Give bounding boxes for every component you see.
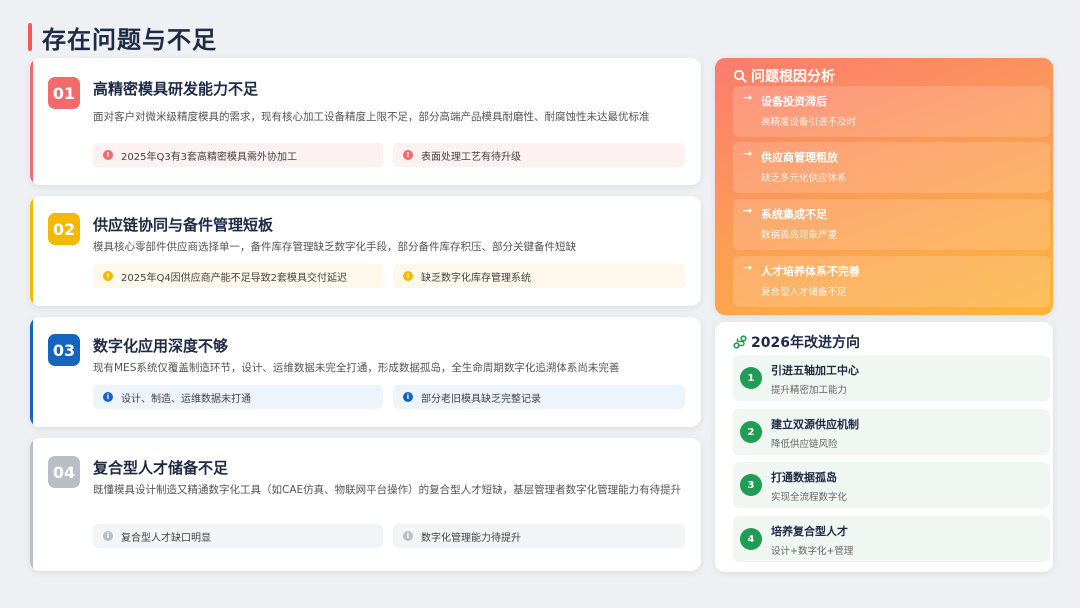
issue-card-3: 03 数字化应用深度不够 现有MES系统仅覆盖制造环节，设计、运维数据未完全打通… [30, 317, 701, 427]
step-number: 4 [740, 528, 762, 550]
issue-tag-label: 复合型人才缺口明显 [121, 532, 211, 544]
issue-description: 既懂模具设计制造又精通数字化工具（如CAE仿真、物联网平台操作）的复合型人才短缺… [93, 484, 682, 496]
page-title: 存在问题与不足 [42, 25, 217, 54]
root-cause-header: 问题根因分析 [733, 66, 835, 86]
issue-description: 现有MES系统仅覆盖制造环节，设计、运维数据未完全打通，形成数据孤岛，全生命周期… [93, 362, 620, 374]
issue-card-1: 01 高精密模具研发能力不足 面对客户对微米级精度模具的需求，现有核心加工设备精… [30, 58, 701, 185]
arrow-right-icon: → [743, 204, 753, 217]
improvement-item: 3 打通数据孤岛 实现全流程数字化 [733, 462, 1050, 508]
arrow-right-icon: → [743, 261, 753, 274]
root-cause-item-title: 人才培养体系不完善 [761, 265, 860, 278]
alert-icon: ! [103, 150, 113, 160]
issue-card-4: 04 复合型人才储备不足 既懂模具设计制造又精通数字化工具（如CAE仿真、物联网… [30, 438, 701, 571]
issue-tag-label: 部分老旧模具缺乏完整记录 [421, 393, 541, 405]
arrow-right-icon: → [743, 147, 753, 160]
issue-description: 面对客户对微米级精度模具的需求，现有核心加工设备精度上限不足，部分高端产品模具耐… [93, 111, 650, 123]
improvement-item-title: 建立双源供应机制 [771, 418, 859, 431]
root-cause-item: → 设备投资滞后 高精度设备引进不及时 [733, 86, 1050, 137]
improvement-item-sub: 设计+数字化+管理 [771, 546, 854, 557]
issue-tag: ! 表面处理工艺有待升级 [393, 143, 685, 167]
issue-tag-label: 2025年Q3有3套高精密模具需外协加工 [121, 151, 298, 163]
root-cause-item-sub: 复合型人才储备不足 [761, 287, 847, 298]
issue-tag: ! 2025年Q4因供应商产能不足导致2套模具交付延迟 [93, 264, 383, 288]
issue-stripe [30, 196, 33, 306]
improvement-item-title: 引进五轴加工中心 [771, 364, 859, 377]
step-number: 2 [740, 421, 762, 443]
improvement-item: 2 建立双源供应机制 降低供应链风险 [733, 409, 1050, 455]
root-cause-item-title: 系统集成不足 [761, 208, 827, 221]
page-header: 存在问题与不足 [28, 22, 217, 54]
info-icon: i [403, 531, 413, 541]
issue-tag: i 数字化管理能力待提升 [393, 524, 685, 548]
root-cause-title: 问题根因分析 [751, 69, 835, 85]
improvement-title: 2026年改进方向 [751, 335, 860, 351]
issue-number-badge: 04 [48, 456, 80, 488]
issue-title: 供应链协同与备件管理短板 [93, 216, 274, 234]
root-cause-item-sub: 数据孤岛现象严重 [761, 230, 838, 241]
improvement-header: 2026年改进方向 [733, 332, 860, 352]
improvement-item: 1 引进五轴加工中心 提升精密加工能力 [733, 355, 1050, 401]
issue-title: 高精密模具研发能力不足 [93, 80, 259, 98]
alert-icon: ! [103, 271, 113, 281]
root-cause-panel: 问题根因分析 → 设备投资滞后 高精度设备引进不及时 → 供应商管理粗放 缺乏多… [715, 58, 1053, 315]
issue-description: 模具核心零部件供应商选择单一，备件库存管理缺乏数字化手段，部分备件库存积压、部分… [93, 241, 576, 253]
issue-tag: ! 缺乏数字化库存管理系统 [393, 264, 685, 288]
improvement-item-sub: 降低供应链风险 [771, 439, 838, 450]
root-cause-item: → 人才培养体系不完善 复合型人才储备不足 [733, 256, 1050, 307]
root-cause-item-title: 供应商管理粗放 [761, 151, 838, 164]
improvement-item-title: 培养复合型人才 [771, 525, 848, 538]
improvement-item-sub: 实现全流程数字化 [771, 492, 848, 503]
step-number: 1 [740, 367, 762, 389]
issue-tag-label: 表面处理工艺有待升级 [421, 151, 521, 163]
root-cause-item: → 系统集成不足 数据孤岛现象严重 [733, 199, 1050, 250]
root-cause-item-title: 设备投资滞后 [761, 95, 827, 108]
issue-tag-label: 设计、制造、运维数据未打通 [121, 393, 251, 405]
issue-number-badge: 02 [48, 213, 80, 245]
improvement-panel: 2026年改进方向 1 引进五轴加工中心 提升精密加工能力 2 建立双源供应机制… [715, 322, 1053, 572]
info-icon: i [403, 392, 413, 402]
issue-title: 复合型人才储备不足 [93, 459, 229, 477]
issue-stripe [30, 317, 33, 427]
issue-tag: i 部分老旧模具缺乏完整记录 [393, 385, 685, 409]
arrow-right-icon: → [743, 91, 753, 104]
issue-tag: i 设计、制造、运维数据未打通 [93, 385, 383, 409]
info-icon: i [103, 392, 113, 402]
issue-number-badge: 03 [48, 334, 80, 366]
improvement-item-title: 打通数据孤岛 [771, 471, 837, 484]
search-icon [733, 69, 747, 83]
issue-stripe [30, 58, 33, 185]
info-icon: i [103, 531, 113, 541]
title-accent-bar [28, 23, 32, 51]
alert-icon: ! [403, 271, 413, 281]
issue-number-badge: 01 [48, 77, 80, 109]
issue-card-2: 02 供应链协同与备件管理短板 模具核心零部件供应商选择单一，备件库存管理缺乏数… [30, 196, 701, 306]
issue-tag-label: 2025年Q4因供应商产能不足导致2套模具交付延迟 [121, 272, 348, 284]
root-cause-item-sub: 高精度设备引进不及时 [761, 117, 857, 128]
improvement-item-sub: 提升精密加工能力 [771, 385, 848, 396]
issue-tag-label: 数字化管理能力待提升 [421, 532, 521, 544]
issue-title: 数字化应用深度不够 [93, 337, 229, 355]
improvement-item: 4 培养复合型人才 设计+数字化+管理 [733, 516, 1050, 562]
root-cause-item: → 供应商管理粗放 缺乏多元化供应体系 [733, 142, 1050, 193]
route-icon [733, 335, 747, 349]
root-cause-item-sub: 缺乏多元化供应体系 [761, 173, 847, 184]
issue-stripe [30, 438, 33, 571]
issue-tag: ! 2025年Q3有3套高精密模具需外协加工 [93, 143, 383, 167]
issue-tag: i 复合型人才缺口明显 [93, 524, 383, 548]
issue-tag-label: 缺乏数字化库存管理系统 [421, 272, 531, 284]
step-number: 3 [740, 474, 762, 496]
alert-icon: ! [403, 150, 413, 160]
